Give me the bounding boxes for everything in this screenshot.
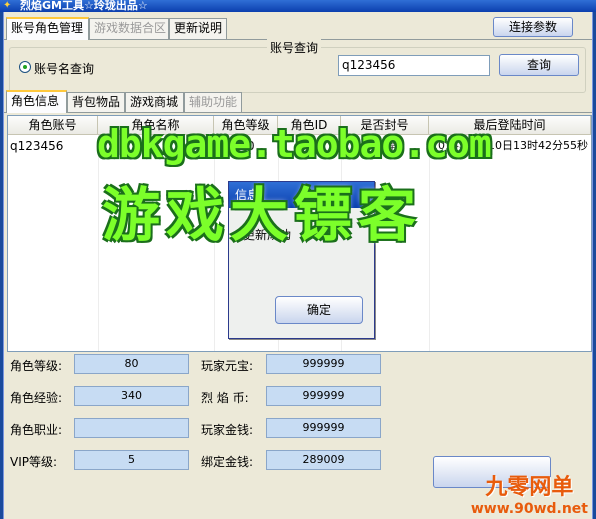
grid-line [98, 135, 99, 351]
cell-last-login: 2014年5月10日13时42分55秒 [431, 139, 588, 152]
role-class-field[interactable] [74, 418, 189, 438]
cell-id [278, 137, 341, 155]
role-exp-field[interactable]: 340 [74, 386, 189, 406]
bound-money-field[interactable]: 289009 [266, 450, 381, 470]
account-query-title: 账号查询 [267, 39, 322, 56]
cell-account: q123456 [10, 139, 64, 153]
cell-level: 80 [239, 139, 255, 153]
message-dialog: 信息 更新成功 确定 [228, 181, 375, 339]
tab-role-info[interactable]: 角色信息 [6, 90, 67, 113]
title-bar: ✦ 烈焰GM工具☆玲珑出品☆ [0, 0, 596, 12]
column-header[interactable]: 角色等级 [214, 116, 278, 135]
column-header[interactable]: 是否封号 [341, 116, 429, 135]
account-name-radio-label: 账号名查询 [34, 62, 95, 76]
dialog-ok-button[interactable]: 确定 [275, 296, 363, 324]
app-icon: ✦ [3, 0, 12, 11]
bound-money-label: 绑定金钱: [201, 455, 254, 469]
role-level-field[interactable]: 80 [74, 354, 189, 374]
grid-line [429, 135, 430, 351]
tab-label: 角色信息 [11, 94, 60, 108]
role-level-label: 角色等级: [10, 359, 63, 373]
vip-level-field[interactable]: 5 [74, 450, 189, 470]
tab-label: 更新说明 [174, 21, 223, 35]
tab-label: 游戏数据合区 [94, 21, 167, 35]
tab-game-shop[interactable]: 游戏商城 [125, 92, 184, 113]
tab-update-notes[interactable]: 更新说明 [169, 18, 227, 39]
flame-coin-label: 烈 焰 币: [201, 391, 249, 405]
role-exp-label: 角色经验: [10, 391, 63, 405]
cell-name [98, 137, 214, 155]
column-header[interactable]: 角色账号 [8, 116, 98, 135]
player-yuanbao-label: 玩家元宝: [201, 359, 254, 373]
cell-banned: 正常 [373, 139, 398, 153]
search-button[interactable]: 查询 [499, 54, 579, 76]
grid-header: 角色账号 角色名称 角色等级 角色ID 是否封号 最后登陆时间 [8, 116, 591, 135]
player-yuanbao-field[interactable]: 999999 [266, 354, 381, 374]
dialog-message: 更新成功 [243, 228, 292, 242]
table-row[interactable]: q123456 80 正常 2014年5月10日13时42分55秒 [8, 137, 591, 155]
column-header[interactable]: 角色名称 [98, 116, 214, 135]
tab-bag-items[interactable]: 背包物品 [67, 92, 125, 113]
logo-url-text: www.90wd.net [470, 501, 588, 517]
save-button[interactable] [433, 456, 551, 488]
role-class-label: 角色职业: [10, 423, 63, 437]
column-header[interactable]: 角色ID [278, 116, 341, 135]
tab-label: 游戏商城 [130, 95, 179, 109]
tab-label: 辅助功能 [189, 95, 238, 109]
vip-level-label: VIP等级: [10, 455, 58, 469]
account-name-radio[interactable] [19, 61, 31, 73]
player-money-label: 玩家金钱: [201, 423, 254, 437]
grid-line [214, 135, 215, 351]
subtab-divider [4, 112, 592, 113]
column-header[interactable]: 最后登陆时间 [429, 116, 591, 135]
tab-account-role[interactable]: 账号角色管理 [6, 17, 89, 40]
player-money-field[interactable]: 999999 [266, 418, 381, 438]
flame-coin-field[interactable]: 999999 [266, 386, 381, 406]
window-title: 烈焰GM工具☆玲珑出品☆ [20, 0, 148, 12]
tab-label: 账号角色管理 [11, 21, 84, 35]
connect-params-button[interactable]: 连接参数 [493, 17, 573, 37]
main-window: 账号角色管理 游戏数据合区 更新说明 连接参数 账号查询 账号名查询 q1234… [3, 12, 593, 519]
tab-aux-functions[interactable]: 辅助功能 [184, 92, 242, 113]
dialog-title: 信息 [229, 182, 374, 208]
tab-data-merge[interactable]: 游戏数据合区 [89, 18, 169, 39]
tab-label: 背包物品 [72, 95, 121, 109]
search-input[interactable]: q123456 [338, 55, 490, 76]
